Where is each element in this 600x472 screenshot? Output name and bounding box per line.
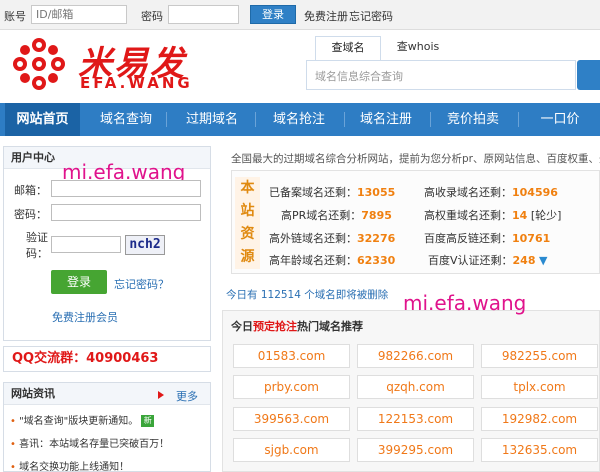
- stat-baidu-verified-domains[interactable]: 百度V认证还剩：248 ▼: [428, 252, 547, 268]
- today-deleting-notice[interactable]: 今日有 112514 个域名即将被删除: [226, 287, 388, 302]
- tab-domain-search[interactable]: 查域名: [315, 36, 381, 60]
- domain-cell[interactable]: 192982.com: [481, 407, 598, 431]
- site-resources-panel: 本 站 资 源 已备案域名还剩：13055 高收录域名还剩：104596 高PR…: [231, 170, 600, 274]
- nav-divider: [166, 112, 167, 127]
- bullet-icon: •: [10, 439, 20, 450]
- nav-item-expired-domains[interactable]: 过期域名: [172, 103, 252, 136]
- stat-backlink-domains[interactable]: 高外链域名还剩：32276: [269, 230, 395, 246]
- more-link[interactable]: 更多: [176, 388, 198, 404]
- nav-divider: [518, 112, 519, 127]
- recommend-title: 今日预定抢注热门域名推荐: [231, 320, 363, 333]
- email-field[interactable]: [51, 180, 201, 197]
- login-button[interactable]: 登录: [51, 270, 107, 294]
- stat-high-pr-domains[interactable]: 高PR域名还剩：7895: [281, 207, 392, 223]
- nav-item-domain-query[interactable]: 域名查询: [87, 103, 165, 136]
- nav-item-fixed-price[interactable]: 一口价: [520, 103, 600, 136]
- top-login-button[interactable]: 登录: [250, 5, 296, 24]
- nav-divider: [430, 112, 431, 127]
- search-input[interactable]: 域名信息综合查询: [306, 60, 576, 90]
- nav-item-domain-register[interactable]: 域名注册: [345, 103, 427, 136]
- bullet-icon: •: [10, 462, 20, 472]
- domain-cell[interactable]: 132635.com: [481, 438, 598, 462]
- main-nav: 网站首页 域名查询 过期域名 域名抢注 域名注册 竞价拍卖 一口价: [0, 103, 600, 136]
- tab-whois[interactable]: 查whois: [388, 36, 448, 60]
- password-field[interactable]: [51, 204, 201, 221]
- logo-english-text: EFA.WANG: [80, 74, 193, 92]
- recommend-panel: mi.efa.wang 今日预定抢注热门域名推荐 01583.com 98226…: [222, 291, 600, 472]
- top-login-bar: 账号 密码 登录 免费注册 忘记密码: [0, 0, 600, 30]
- nav-divider: [255, 112, 256, 127]
- news-panel: 网站资讯 更多 • "域名查询"版块更新通知。新 • 喜讯：本站域名存量已突破百…: [3, 382, 211, 472]
- stat-baidu-backlink-domains[interactable]: 百度高反链还剩：10761: [424, 230, 550, 246]
- bullet-icon: •: [10, 416, 20, 427]
- domain-cell[interactable]: prby.com: [233, 375, 350, 399]
- stat-filed-domains[interactable]: 已备案域名还剩：13055: [269, 184, 395, 200]
- chevron-down-icon[interactable]: ▼: [539, 254, 547, 267]
- new-badge: 新: [141, 415, 155, 427]
- register-link[interactable]: 免费注册: [304, 8, 348, 24]
- nav-item-auction[interactable]: 竞价拍卖: [432, 103, 514, 136]
- news-item-text: "域名查询"版块更新通知。: [19, 416, 139, 427]
- news-item-text: 喜讯：本站域名存量已突破百万！: [19, 439, 170, 450]
- email-label: 邮箱：: [14, 184, 47, 197]
- stat-high-weight-domains[interactable]: 高权重域名还剩：14 [轮少]: [424, 207, 561, 223]
- news-item[interactable]: • 喜讯：本站域名存量已突破百万！: [10, 435, 169, 450]
- captcha-label: 验证: [26, 231, 48, 244]
- domain-cell[interactable]: sjgb.com: [233, 438, 350, 462]
- site-intro-text: 全国最大的过期域名综合分析网站，提前为您分析pr、原网站信息、百度权重、外: [231, 153, 600, 165]
- domain-cell[interactable]: tplx.com: [481, 375, 598, 399]
- domain-cell[interactable]: 982255.com: [481, 344, 598, 368]
- password-label: 密码: [141, 10, 163, 23]
- arrow-right-icon: [158, 391, 164, 399]
- user-center-panel: 用户中心 mi.efa.wang 邮箱： 密码： 验证 码： nch2 登录 忘…: [3, 146, 211, 341]
- domain-cell[interactable]: qzqh.com: [357, 375, 474, 399]
- news-item[interactable]: • "域名查询"版块更新通知。新: [10, 412, 155, 427]
- domain-cell[interactable]: 399295.com: [357, 438, 474, 462]
- news-item-text: 域名交换功能上线通知！: [19, 462, 130, 472]
- site-logo[interactable]: 米易发 EFA.WANG: [8, 36, 228, 92]
- password-input[interactable]: [168, 5, 239, 24]
- search-button[interactable]: [577, 60, 600, 90]
- captcha-image[interactable]: nch2: [125, 235, 165, 255]
- nav-item-snap-register[interactable]: 域名抢注: [258, 103, 340, 136]
- captcha-field[interactable]: [51, 236, 121, 253]
- news-item[interactable]: • 域名交换功能上线通知！: [10, 458, 129, 472]
- domain-cell[interactable]: 399563.com: [233, 407, 350, 431]
- domain-cell[interactable]: 01583.com: [233, 344, 350, 368]
- account-label: 账号: [4, 10, 26, 23]
- register-member-link[interactable]: 免费注册会员: [52, 309, 118, 325]
- resources-vertical-title: 本 站 资 源: [235, 177, 260, 269]
- qq-group-banner: QQ交流群：40900463: [3, 346, 211, 372]
- watermark: mi.efa.wang: [403, 291, 527, 315]
- stat-high-index-domains[interactable]: 高收录域名还剩：104596: [424, 184, 558, 200]
- forgot-password-link[interactable]: 忘记密码: [349, 8, 393, 24]
- nav-item-home[interactable]: 网站首页: [5, 103, 80, 136]
- account-input[interactable]: [31, 5, 127, 24]
- logo-knot-icon: [13, 38, 65, 90]
- captcha-label-2: 码：: [26, 247, 48, 260]
- stat-aged-domains[interactable]: 高年龄域名还剩：62330: [269, 252, 395, 268]
- forgot-password-link[interactable]: 忘记密码？: [114, 276, 169, 292]
- domain-cell[interactable]: 122153.com: [357, 407, 474, 431]
- domain-cell[interactable]: 982266.com: [357, 344, 474, 368]
- password-label: 密码：: [14, 208, 47, 221]
